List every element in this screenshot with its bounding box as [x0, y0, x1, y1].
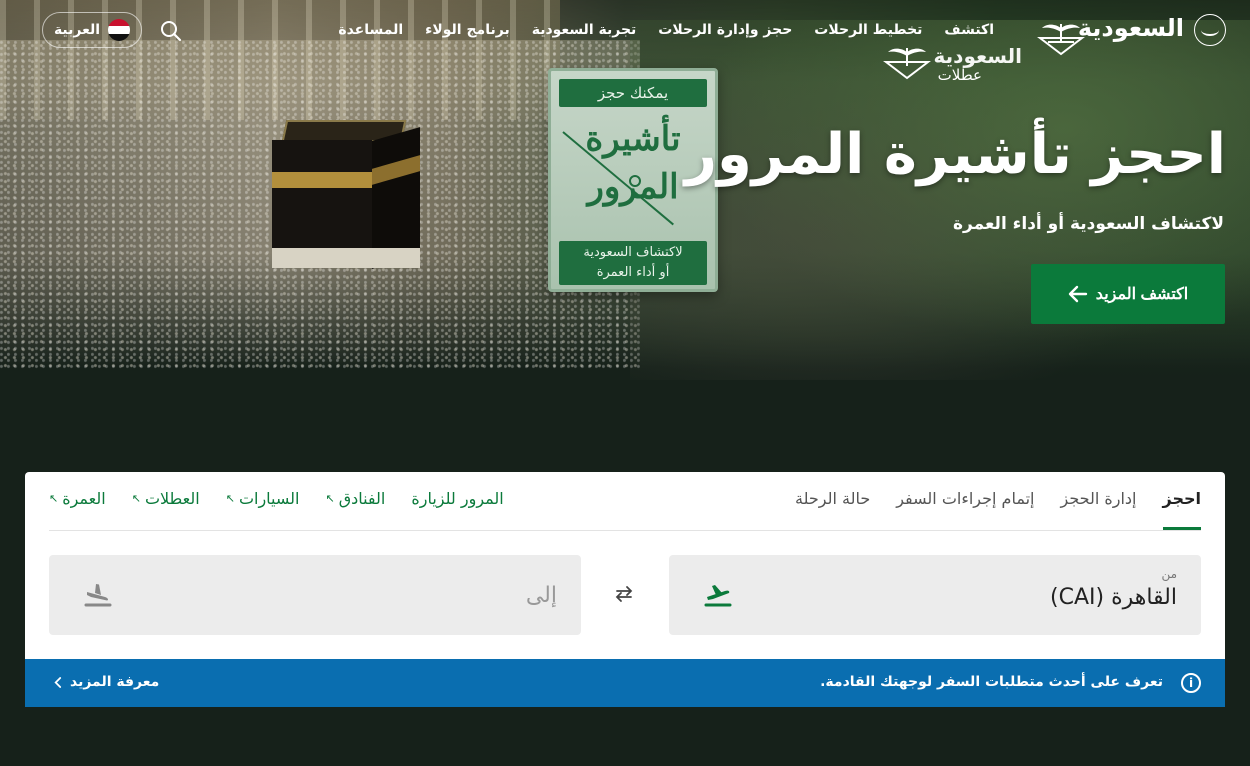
holidays-brand: السعودية	[933, 44, 1022, 68]
tab-check-in[interactable]: إتمام إجراءات السفر	[896, 486, 1034, 530]
external-arrow-icon: ↖	[325, 492, 335, 505]
tabs-divider	[49, 530, 1201, 531]
travel-requirements-message: تعرف على أحدث متطلبات السفر لوجهتك القاد…	[820, 674, 1163, 690]
palm-swords-icon	[1037, 24, 1085, 56]
nav-link-plan[interactable]: تخطيط الرحلات	[814, 22, 922, 38]
saudia-holidays-logo[interactable]: السعودية عطلات	[882, 42, 1022, 86]
nav-link-discover[interactable]: اكتشف	[944, 22, 994, 38]
nav-link-help[interactable]: المساعدة	[338, 22, 403, 38]
origin-field[interactable]: من القاهرة (CAI)	[669, 555, 1201, 635]
chevron-left-icon	[54, 676, 62, 688]
origin-label: من	[1161, 567, 1177, 581]
tab-manage-booking[interactable]: إدارة الحجز	[1060, 486, 1136, 530]
origin-value: القاهرة (CAI)	[1050, 585, 1177, 610]
sign-route-dot	[629, 175, 641, 187]
travel-requirements-banner: i تعرف على أحدث متطلبات السفر لوجهتك الق…	[25, 659, 1225, 707]
link-transit-visit[interactable]: المرور للزيارة	[411, 486, 503, 512]
info-icon: i	[1181, 673, 1201, 693]
swap-icon[interactable]	[613, 584, 635, 604]
sign-bottom-label: لاكتشاف السعودية أو أداء العمرة	[559, 241, 707, 285]
saudia-logo[interactable]: السعودية	[1036, 12, 1226, 56]
skyteam-icon	[1194, 14, 1226, 46]
egypt-flag-icon	[108, 19, 131, 41]
top-navigation: السعودية اكتشف تخطيط الرحلات حجز وإدارة …	[0, 0, 1250, 62]
link-transit-visit-label: المرور للزيارة	[411, 489, 504, 508]
link-cars-label: السيارات	[238, 489, 300, 508]
nav-link-loyalty[interactable]: برنامج الولاء	[425, 22, 510, 38]
link-hotels[interactable]: الفنادق ↖	[325, 486, 385, 512]
link-umrah-label: العمرة	[62, 489, 106, 508]
tab-book[interactable]: احجز	[1162, 486, 1201, 530]
learn-more-label: معرفة المزيد	[70, 674, 160, 690]
landing-icon	[84, 584, 112, 607]
palm-swords-icon	[883, 48, 931, 80]
destination-placeholder: إلى	[525, 583, 557, 608]
nav-link-book-manage[interactable]: حجز وإدارة الرحلات	[658, 22, 792, 38]
booking-tabs: احجز إدارة الحجز إتمام إجراءات السفر حال…	[795, 486, 1201, 530]
sign-top-label: يمكنك حجز	[559, 79, 707, 107]
arrow-left-icon	[1068, 285, 1087, 303]
link-cars[interactable]: السيارات ↖	[226, 486, 300, 512]
external-arrow-icon: ↖	[49, 492, 59, 505]
external-arrow-icon: ↖	[225, 492, 235, 505]
tab-flight-status[interactable]: حالة الرحلة	[795, 486, 870, 530]
link-holidays-label: العطلات	[144, 489, 200, 508]
holidays-label: عطلات	[937, 66, 982, 84]
brand-name: السعودية	[1077, 14, 1184, 42]
hero-subtitle: لاكتشاف السعودية أو أداء العمرة	[952, 214, 1224, 234]
link-umrah[interactable]: العمرة ↖	[49, 486, 106, 512]
nav-links: اكتشف تخطيط الرحلات حجز وإدارة الرحلات ت…	[338, 22, 994, 38]
destination-field[interactable]: إلى	[49, 555, 581, 635]
learn-more-link[interactable]: معرفة المزيد	[53, 674, 159, 690]
nav-link-experience[interactable]: تجربة السعودية	[532, 22, 637, 38]
external-arrow-icon: ↖	[131, 492, 141, 505]
search-icon[interactable]	[160, 20, 182, 42]
sign-bottom-line2: أو أداء العمرة	[596, 265, 670, 280]
discover-more-button[interactable]: اكتشف المزيد	[1031, 264, 1225, 324]
sign-bottom-line1: لاكتشاف السعودية	[583, 245, 683, 260]
kaaba-image	[272, 120, 420, 269]
takeoff-icon	[704, 585, 732, 607]
link-hotels-label: الفنادق	[338, 489, 386, 508]
hero-title: احجز تأشيرة المرور	[684, 122, 1226, 187]
discover-more-label: اكتشف المزيد	[1095, 286, 1189, 303]
external-links: المرور للزيارة الفنادق ↖ السيارات ↖ العط…	[49, 486, 504, 512]
language-label: العربية	[53, 22, 101, 38]
link-holidays[interactable]: العطلات ↖	[132, 486, 200, 512]
language-selector[interactable]: العربية	[42, 12, 142, 48]
